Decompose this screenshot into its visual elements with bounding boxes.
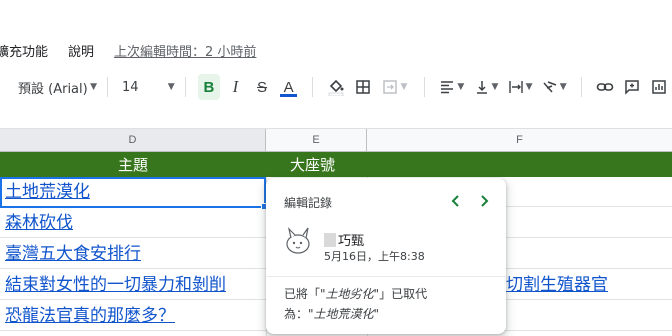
change-description: 已將「"土地劣化"」已取代 為："土地荒漠化"	[284, 284, 494, 324]
change-text: 為：	[284, 307, 309, 321]
column-header-d[interactable]: D	[0, 129, 266, 152]
menu-help[interactable]: 說明	[68, 41, 94, 60]
column-header-f[interactable]: F	[367, 129, 672, 152]
font-family-label: 預設 (Arial)	[18, 81, 88, 97]
toolbar-divider	[107, 77, 108, 97]
toolbar-divider	[423, 77, 425, 97]
column-header-e[interactable]: E	[266, 129, 367, 152]
cell-link[interactable]: 切割生殖器官	[506, 270, 608, 300]
merge-cells-icon	[383, 80, 398, 94]
toolbar-divider	[184, 77, 186, 97]
chevron-down-icon: ▼	[525, 82, 533, 92]
chevron-down-icon: ▼	[559, 82, 567, 92]
new-value: "土地荒漠化"	[308, 307, 380, 321]
link-icon	[597, 83, 614, 91]
menu-bar: 擴充功能 說明 上次編輯時間：2 小時前	[0, 38, 256, 62]
bold-button[interactable]: B	[197, 74, 221, 100]
vertical-align-button[interactable]: ▼	[471, 74, 501, 100]
text-wrapping-button[interactable]: ▼	[505, 74, 535, 100]
align-bottom-icon	[476, 81, 487, 94]
font-size-select[interactable]: 14 ▼	[122, 80, 175, 95]
text-color-button[interactable]: A	[277, 74, 300, 100]
menu-extensions[interactable]: 擴充功能	[0, 41, 48, 60]
font-family-select[interactable]: 預設 (Arial) ▼	[18, 78, 97, 97]
font-size-label: 14	[121, 79, 139, 95]
insert-chart-button[interactable]	[647, 74, 670, 100]
text-rotation-icon	[543, 81, 557, 93]
cell-link[interactable]: 臺灣五大食安排行	[5, 239, 141, 269]
edit-history-title: 編輯記錄	[284, 196, 333, 210]
text-wrap-icon	[508, 81, 523, 93]
next-edit-button[interactable]	[474, 190, 494, 212]
chevron-right-icon	[481, 195, 489, 207]
cell-link[interactable]: 恐龍法官真的那麼多？	[5, 301, 175, 331]
fill-color-button[interactable]	[325, 74, 348, 100]
borders-icon	[355, 80, 370, 94]
change-text: 」已取代	[379, 287, 428, 301]
popup-divider	[266, 276, 506, 277]
avatar	[282, 224, 314, 256]
chevron-left-icon	[451, 195, 459, 207]
text-rotation-button[interactable]: ▼	[539, 74, 569, 100]
align-left-icon	[441, 81, 454, 94]
editor-name: 巧甄	[324, 230, 364, 249]
old-value: "土地劣化"	[320, 287, 380, 301]
chart-icon	[651, 80, 666, 94]
edit-timestamp: 5月16日，上午8:38	[324, 250, 425, 263]
insert-comment-button[interactable]	[621, 74, 644, 100]
paint-bucket-icon	[328, 79, 344, 96]
change-text: 已將「	[284, 287, 321, 301]
borders-button[interactable]	[351, 74, 374, 100]
cell-link[interactable]: 結束對女性的一切暴力和剝削	[5, 270, 226, 300]
toolbar: 預設 (Arial) ▼ 14 ▼ B I S A ▼ ▼ ▼ ▼ ▼	[0, 70, 672, 104]
redacted-name-block	[324, 232, 336, 247]
cell-link[interactable]: 森林砍伐	[5, 208, 73, 238]
toolbar-divider	[311, 77, 313, 97]
chevron-down-icon: ▼	[457, 82, 465, 92]
comment-icon	[625, 80, 639, 95]
chevron-down-icon: ▼	[400, 82, 408, 92]
chevron-down-icon: ▼	[90, 82, 98, 92]
header-row	[0, 152, 672, 177]
header-cell-topic[interactable]: 主題	[118, 152, 148, 177]
chevron-down-icon: ▼	[167, 82, 175, 92]
previous-edit-button[interactable]	[446, 190, 466, 212]
insert-link-button[interactable]	[594, 74, 617, 100]
header-cell-seat[interactable]: 大座號	[290, 152, 335, 177]
italic-button[interactable]: I	[224, 74, 247, 100]
strikethrough-button[interactable]: S	[251, 74, 274, 100]
last-edit-link[interactable]: 上次編輯時間：2 小時前	[114, 41, 256, 60]
toolbar-divider	[581, 77, 583, 97]
horizontal-align-button[interactable]: ▼	[437, 74, 467, 100]
selected-cell-outline	[0, 177, 266, 208]
edit-history-popup: 編輯記錄 巧甄 5月16日，上午8:38 已將「"土地劣化"」已取代 為："土地…	[266, 178, 506, 334]
editor-name-text: 巧甄	[338, 234, 365, 249]
chevron-down-icon: ▼	[491, 82, 499, 92]
merge-cells-button[interactable]: ▼	[378, 74, 412, 100]
